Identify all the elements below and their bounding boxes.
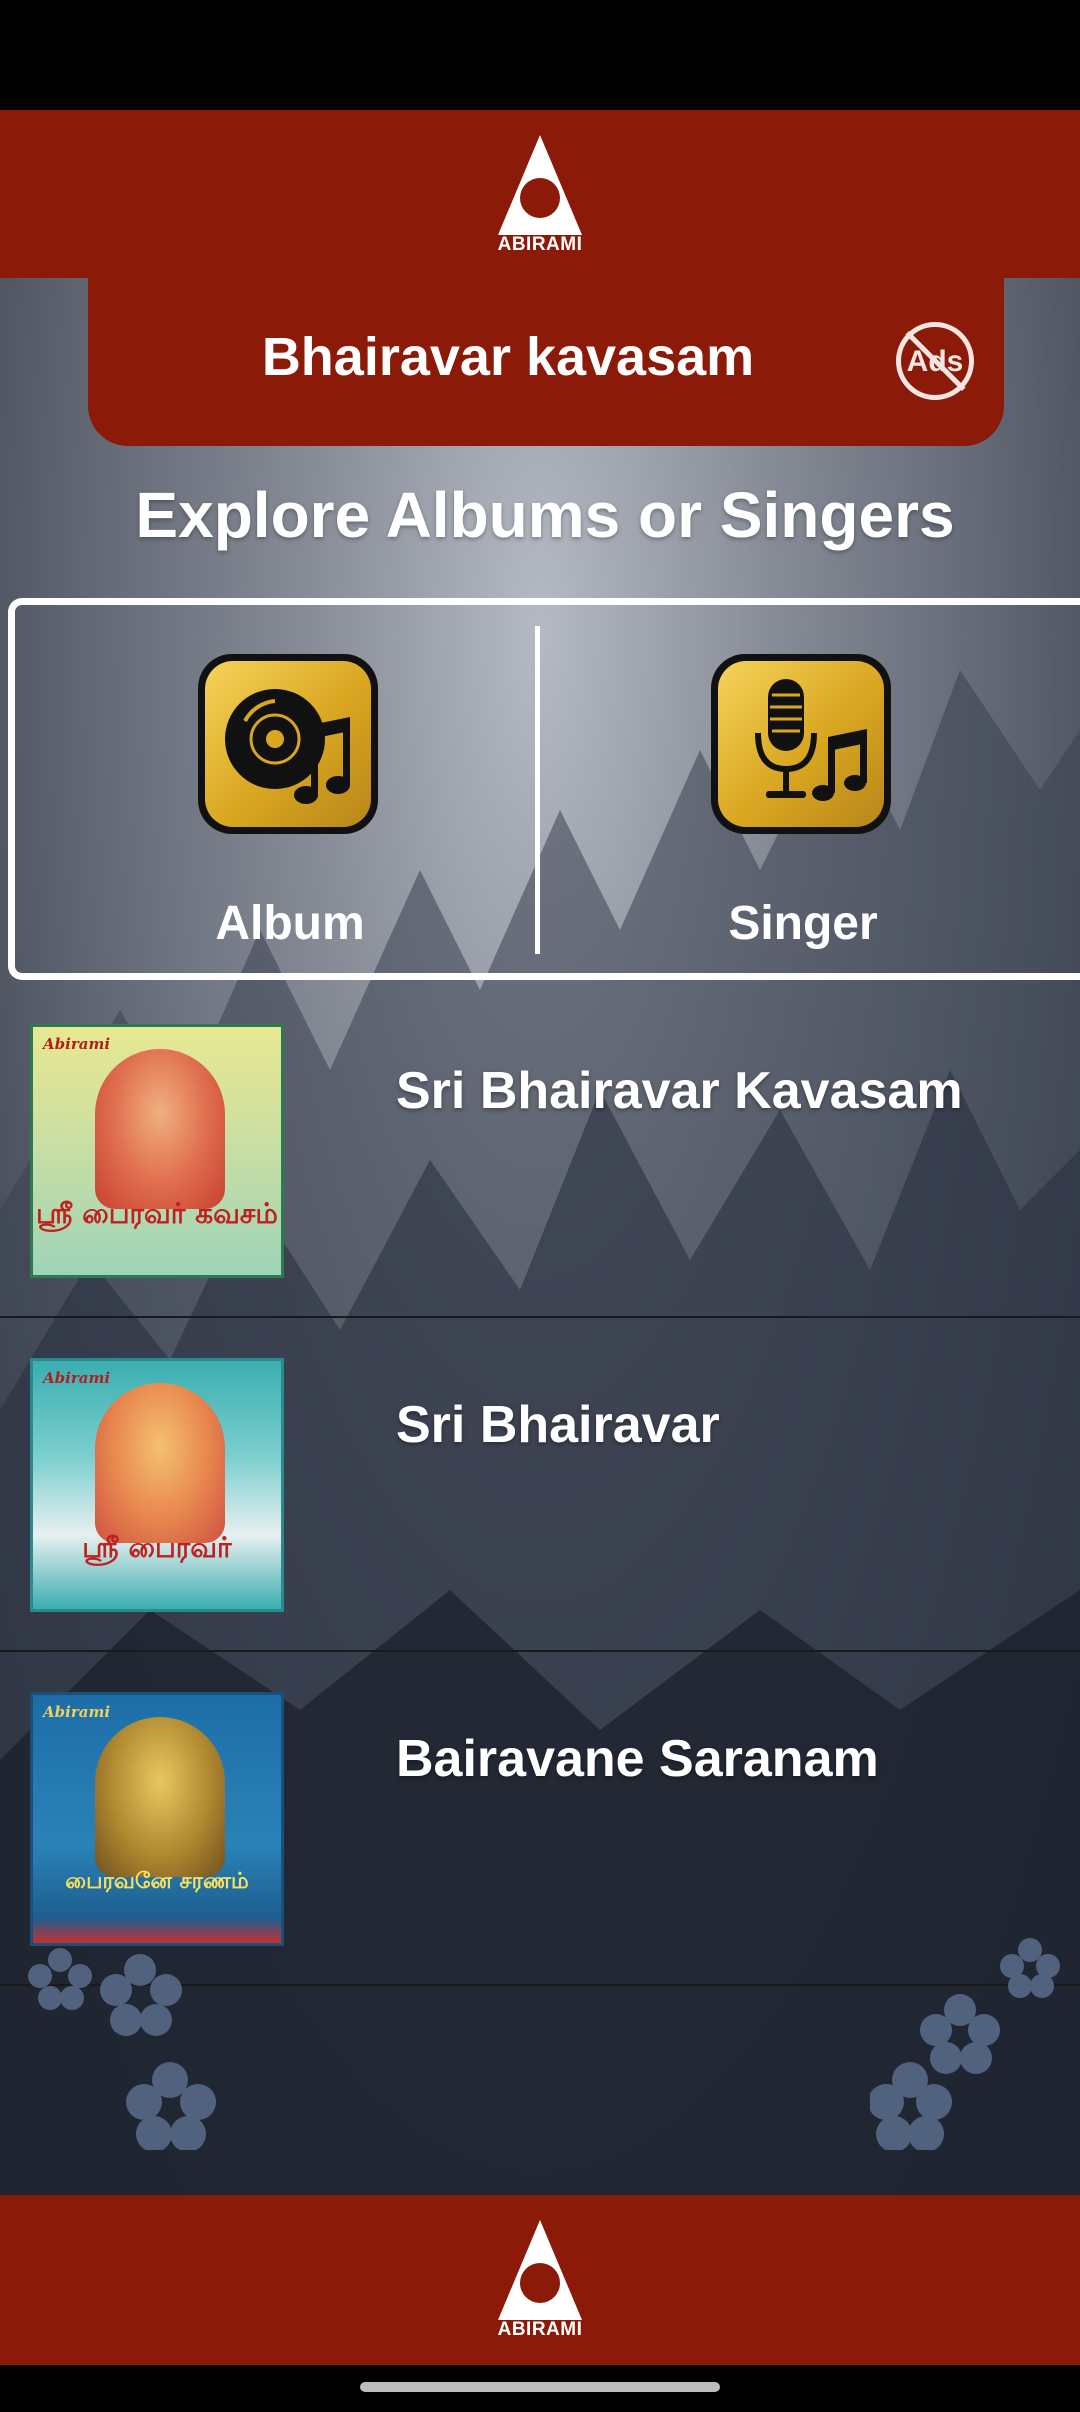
album-title: Bairavane Saranam (396, 1730, 879, 1788)
microphone-music-icon (711, 654, 891, 834)
cover-title-text: ஸ்ரீ பைரவர் (82, 1531, 232, 1564)
explore-heading: Explore Albums or Singers (135, 479, 955, 551)
page-title: Bhairavar kavasam (261, 327, 755, 387)
album-cover-image: Abirami பைரவனே சரணம் (30, 1692, 284, 1946)
cover-brand: Abirami (43, 1703, 111, 1721)
singer-option-label: Singer (728, 897, 878, 950)
decorative-flowers-left (28, 1948, 216, 2150)
status-bar (0, 0, 1080, 110)
album-title: Sri Bhairavar (396, 1396, 720, 1454)
abirami-logo-footer[interactable]: ABIRAMI (490, 2215, 590, 2345)
cover-artwork (95, 1049, 225, 1209)
album-option-label: Album (215, 897, 365, 950)
cover-brand: Abirami (43, 1369, 111, 1387)
album-option[interactable]: Album (30, 606, 550, 966)
album-cover-image: Abirami ஸ்ரீ பைரவர் (30, 1358, 284, 1612)
abirami-logo-icon (498, 135, 582, 235)
album-list-item[interactable]: Abirami ஸ்ரீ பைரவர் Sri Bhairavar (0, 1318, 1080, 1652)
remove-ads-button[interactable]: Ads (896, 322, 974, 400)
cover-artwork (95, 1717, 225, 1877)
album-title: Sri Bhairavar Kavasam (396, 1062, 963, 1120)
abirami-logo-icon (498, 2220, 582, 2320)
cover-artwork (95, 1383, 225, 1543)
album-cover-image: Abirami ஸ்ரீ பைரவர் கவசம் (30, 1024, 284, 1278)
logo-text: ABIRAMI (497, 234, 583, 255)
title-banner: Bhairavar kavasam Ads (88, 278, 1004, 446)
album-music-icon (198, 654, 378, 834)
singer-option[interactable]: Singer (543, 606, 1063, 966)
cover-title-text: ஸ்ரீ பைரவர் கவசம் (36, 1197, 278, 1230)
decorative-flowers-right (870, 1938, 1060, 2150)
album-list-item[interactable]: Abirami ஸ்ரீ பைரவர் கவசம் Sri Bhairavar … (0, 984, 1080, 1318)
abirami-logo[interactable]: ABIRAMI (490, 130, 590, 260)
cover-brand: Abirami (43, 1035, 111, 1053)
cover-title-text: பைரவனே சரணம் (65, 1869, 249, 1894)
logo-text: ABIRAMI (497, 2319, 583, 2340)
home-indicator[interactable] (360, 2382, 720, 2392)
